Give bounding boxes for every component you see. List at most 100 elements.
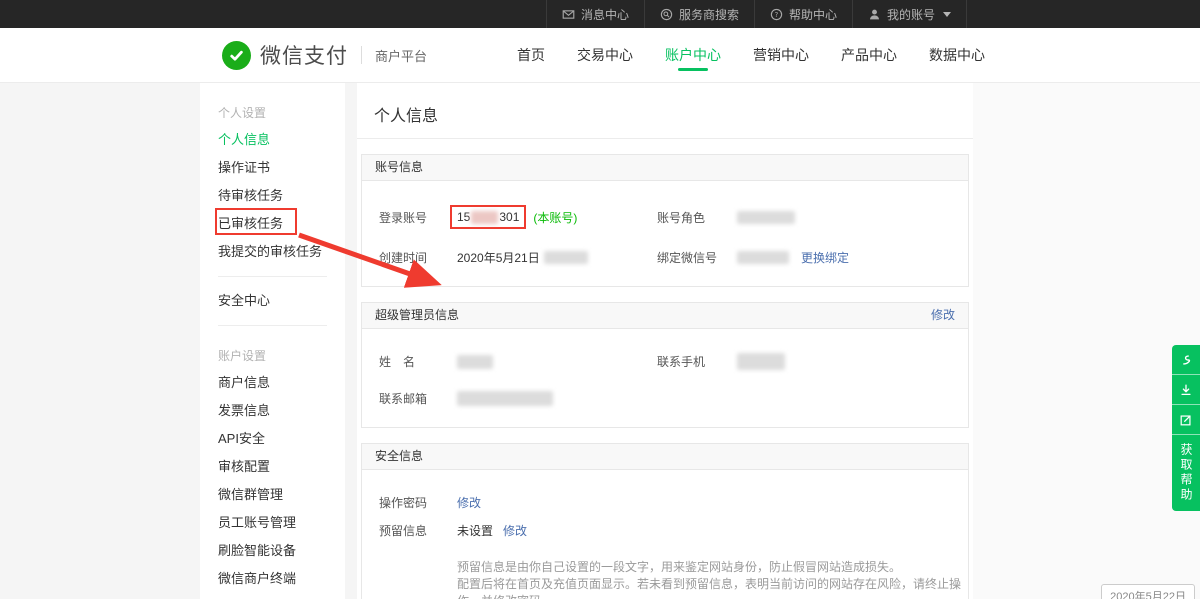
operation-password-edit-link[interactable]: 修改 <box>457 494 481 511</box>
security-info-box: 安全信息 操作密码 修改 预留信息 未设置 修改 <box>361 443 969 599</box>
sidebar-item-wechat-merchant-terminal[interactable]: 微信商户终端 <box>218 565 345 593</box>
redacted-created-time <box>544 251 588 264</box>
message-center-menu-item[interactable]: 消息中心 <box>546 0 644 28</box>
feedback-button[interactable] <box>1172 405 1200 435</box>
super-admin-edit-link[interactable]: 修改 <box>931 303 955 328</box>
site-header: 微信支付 商户平台 首页 交易中心 账户中心 营销中心 产品中心 数据中心 <box>0 28 1200 83</box>
chevron-down-icon <box>943 12 951 17</box>
link-icon <box>1179 353 1193 367</box>
page-body: 个人设置 个人信息 操作证书 待审核任务 已审核任务 我提交的审核任务 安全中心… <box>0 83 1200 599</box>
super-admin-title: 超级管理员信息 <box>375 303 459 328</box>
page-title: 个人信息 <box>357 83 973 139</box>
svg-text:?: ? <box>775 10 779 18</box>
account-info-box: 账号信息 登录账号 15 301 (本账号) <box>361 154 969 287</box>
sidebar: 个人设置 个人信息 操作证书 待审核任务 已审核任务 我提交的审核任务 安全中心… <box>200 83 345 599</box>
edit-icon <box>1179 413 1193 427</box>
sidebar-item-merchant-info[interactable]: 商户信息 <box>218 369 345 397</box>
help-icon: ? <box>770 8 783 21</box>
login-account-suffix: 301 <box>499 210 519 224</box>
help-center-label: 帮助中心 <box>789 6 837 23</box>
account-info-body: 登录账号 15 301 (本账号) 账号角色 <box>362 181 968 286</box>
sidebar-item-review-config[interactable]: 审核配置 <box>218 453 345 481</box>
message-center-label: 消息中心 <box>581 6 629 23</box>
sidebar-item-reviewed-tasks[interactable]: 已审核任务 <box>218 210 345 238</box>
sidebar-item-invoice-info[interactable]: 发票信息 <box>218 397 345 425</box>
security-info-header: 安全信息 <box>362 444 968 470</box>
redacted-account-role <box>737 211 795 224</box>
reserved-info-label: 预留信息 <box>379 522 457 539</box>
brand-block[interactable]: 微信支付 商户平台 <box>222 28 427 82</box>
reserved-info-edit-link[interactable]: 修改 <box>503 522 527 539</box>
contact-email-label: 联系邮箱 <box>379 390 457 407</box>
security-info-body: 操作密码 修改 预留信息 未设置 修改 预留信息是由你自己设置的一段文字，用来鉴… <box>362 470 968 599</box>
reserved-info-desc-line: 配置后将在首页及充值页面显示。若未看到预留信息，表明当前访问的网站存在风险，请终… <box>457 576 968 599</box>
brand-name: 微信支付 <box>260 40 348 70</box>
mail-icon <box>562 8 575 21</box>
nav-marketing-center[interactable]: 营销中心 <box>753 28 809 82</box>
redacted-bound-wechat <box>737 251 789 264</box>
created-time-value: 2020年5月21日 <box>457 249 540 266</box>
contact-phone-label: 联系手机 <box>657 353 737 370</box>
redacted-contact-email <box>457 391 553 406</box>
quick-link-button[interactable] <box>1172 345 1200 375</box>
login-account-label: 登录账号 <box>379 209 457 226</box>
account-info-title: 账号信息 <box>375 155 423 180</box>
sidebar-divider <box>218 276 327 277</box>
nav-data-center[interactable]: 数据中心 <box>929 28 985 82</box>
service-provider-search-label: 服务商搜索 <box>679 6 739 23</box>
super-admin-body: 姓 名 联系手机 联系邮箱 <box>362 329 968 427</box>
top-utility-menu: 消息中心 服务商搜索 ? 帮助中心 我的账号 <box>546 0 967 28</box>
wechat-pay-logo-icon <box>222 41 251 70</box>
date-tooltip: 2020年5月22日 <box>1101 584 1195 599</box>
my-account-menu-item[interactable]: 我的账号 <box>852 0 967 28</box>
help-center-menu-item[interactable]: ? 帮助中心 <box>754 0 852 28</box>
page-right-background <box>973 83 1200 599</box>
get-help-button[interactable]: 获取帮助 <box>1172 435 1200 511</box>
sidebar-item-wechat-group-management[interactable]: 微信群管理 <box>218 481 345 509</box>
operation-password-label: 操作密码 <box>379 494 457 511</box>
sidebar-item-operation-certificate[interactable]: 操作证书 <box>218 154 345 182</box>
download-button[interactable] <box>1172 375 1200 405</box>
nav-home[interactable]: 首页 <box>517 28 545 82</box>
search-icon <box>660 8 673 21</box>
account-info-header: 账号信息 <box>362 155 968 181</box>
sidebar-item-security-center[interactable]: 安全中心 <box>218 287 345 315</box>
sidebar-item-pending-review-tasks[interactable]: 待审核任务 <box>218 182 345 210</box>
brand-subtitle: 商户平台 <box>375 46 427 65</box>
brand-divider <box>361 46 362 64</box>
nav-account-center[interactable]: 账户中心 <box>665 28 721 82</box>
annotation-box-login-account: 15 301 <box>450 205 526 229</box>
reserved-info-value: 未设置 <box>457 522 493 539</box>
download-icon <box>1179 383 1193 397</box>
user-icon <box>868 8 881 21</box>
nav-product-center[interactable]: 产品中心 <box>841 28 897 82</box>
main-content: 个人信息 账号信息 登录账号 15 301 <box>357 83 973 599</box>
nav-transaction-center[interactable]: 交易中心 <box>577 28 633 82</box>
account-role-label: 账号角色 <box>657 209 737 226</box>
security-info-title: 安全信息 <box>375 444 423 469</box>
my-account-label: 我的账号 <box>887 6 935 23</box>
top-utility-bar: 消息中心 服务商搜索 ? 帮助中心 我的账号 <box>0 0 1200 28</box>
current-account-note: (本账号) <box>533 209 577 226</box>
reserved-info-description: 预留信息是由你自己设置的一段文字，用来鉴定网站身份，防止假冒网站造成损失。 配置… <box>457 559 968 599</box>
service-provider-search-menu-item[interactable]: 服务商搜索 <box>644 0 754 28</box>
sidebar-divider <box>218 325 327 326</box>
sidebar-item-staff-account-management[interactable]: 员工账号管理 <box>218 509 345 537</box>
primary-nav: 首页 交易中心 账户中心 营销中心 产品中心 数据中心 <box>517 28 985 82</box>
login-account-prefix: 15 <box>457 210 470 224</box>
sidebar-item-my-submitted-review-tasks[interactable]: 我提交的审核任务 <box>218 238 345 266</box>
sidebar-item-personal-info[interactable]: 个人信息 <box>218 126 345 154</box>
redacted-name <box>457 355 493 369</box>
super-admin-box: 超级管理员信息 修改 姓 名 联系手机 <box>361 302 969 428</box>
bound-wechat-label: 绑定微信号 <box>657 249 737 266</box>
name-label: 姓 名 <box>379 353 457 370</box>
get-help-label: 获取帮助 <box>1179 443 1193 503</box>
sidebar-item-face-smart-device[interactable]: 刷脸智能设备 <box>218 537 345 565</box>
reserved-info-desc-line: 预留信息是由你自己设置的一段文字，用来鉴定网站身份，防止假冒网站造成损失。 <box>457 559 968 576</box>
sidebar-item-api-security[interactable]: API安全 <box>218 425 345 453</box>
sidebar-group-account-settings: 账户设置 <box>218 347 345 364</box>
super-admin-header: 超级管理员信息 修改 <box>362 303 968 329</box>
wechat-pay-merchant-portal: 消息中心 服务商搜索 ? 帮助中心 我的账号 微信支付 商户 <box>0 0 1200 599</box>
redacted-contact-phone <box>737 353 785 370</box>
rebind-link[interactable]: 更换绑定 <box>801 249 849 266</box>
